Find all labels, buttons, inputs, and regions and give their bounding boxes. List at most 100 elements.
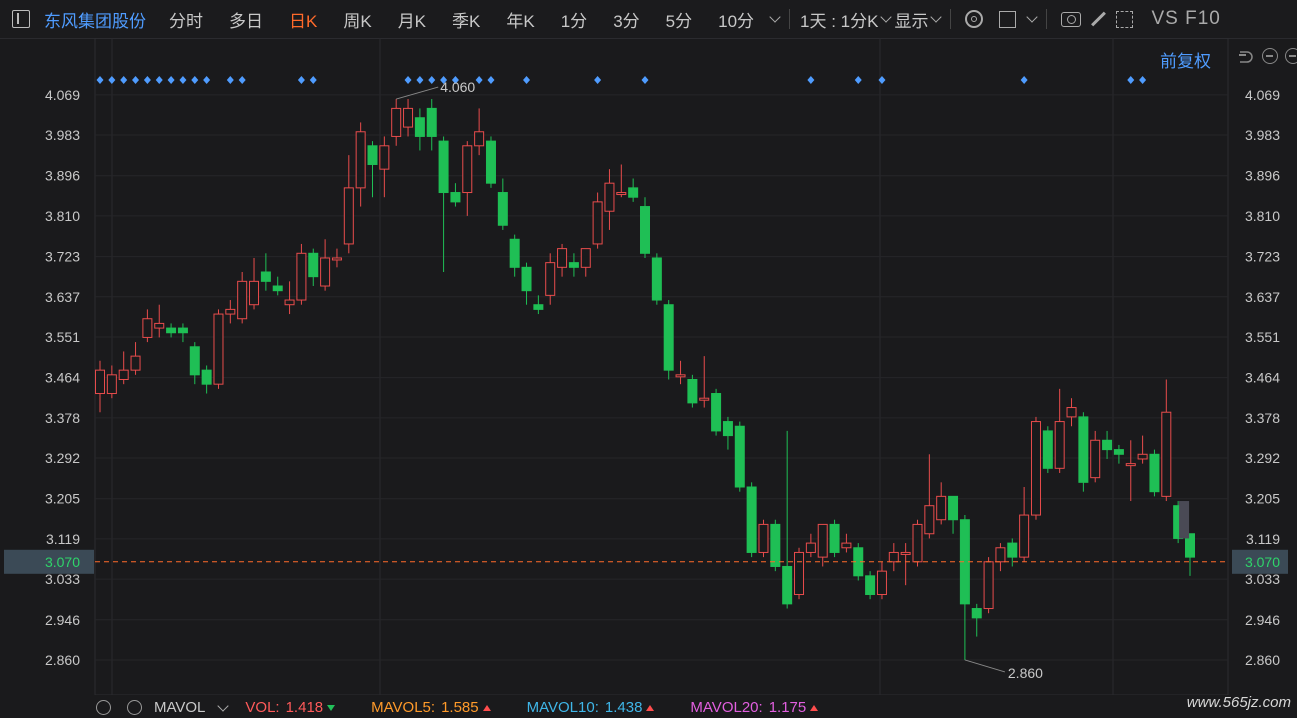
candle-body[interactable] bbox=[628, 187, 639, 198]
candle-body[interactable] bbox=[805, 542, 816, 553]
event-marker[interactable] bbox=[132, 76, 140, 84]
event-marker[interactable] bbox=[854, 76, 862, 84]
event-marker[interactable] bbox=[297, 76, 305, 84]
event-marker[interactable] bbox=[309, 76, 317, 84]
event-marker[interactable] bbox=[226, 76, 234, 84]
candle-body[interactable] bbox=[1066, 407, 1077, 418]
event-marker[interactable] bbox=[641, 76, 649, 84]
candle-body[interactable] bbox=[1007, 542, 1018, 558]
candle-body[interactable] bbox=[841, 542, 852, 549]
candle-body[interactable] bbox=[580, 248, 591, 268]
candle-body[interactable] bbox=[699, 397, 710, 401]
fullscreen-icon[interactable] bbox=[1116, 10, 1134, 28]
candle-body[interactable] bbox=[213, 313, 224, 385]
layout-icon[interactable] bbox=[999, 10, 1017, 28]
chevron-down-icon[interactable] bbox=[880, 11, 893, 23]
candle-body[interactable] bbox=[557, 248, 568, 268]
candle-body[interactable] bbox=[604, 182, 615, 212]
candle-body[interactable] bbox=[888, 551, 899, 563]
candle-body[interactable] bbox=[130, 355, 141, 371]
stock-name[interactable]: 东风集团股份 bbox=[44, 7, 146, 32]
gear-icon[interactable] bbox=[965, 10, 984, 28]
tab-period[interactable]: 分时 bbox=[169, 7, 203, 32]
candle-body[interactable] bbox=[166, 327, 177, 334]
candle-body[interactable] bbox=[640, 206, 650, 254]
tab-period[interactable]: 多日 bbox=[229, 7, 263, 32]
indicator-name[interactable]: MAVOL bbox=[154, 699, 205, 716]
chevron-down-icon[interactable] bbox=[1026, 11, 1039, 23]
candle-body[interactable] bbox=[260, 271, 271, 282]
candle-body[interactable] bbox=[912, 523, 923, 563]
candle-body[interactable] bbox=[485, 140, 496, 184]
event-marker[interactable] bbox=[179, 76, 187, 84]
event-marker[interactable] bbox=[143, 76, 151, 84]
candle-body[interactable] bbox=[189, 346, 200, 376]
candle-body[interactable] bbox=[995, 547, 1006, 563]
candle-body[interactable] bbox=[1113, 449, 1124, 455]
candle-body[interactable] bbox=[722, 421, 733, 437]
candle-body[interactable] bbox=[1030, 421, 1041, 516]
tab-period[interactable]: 10分 bbox=[718, 7, 754, 32]
candle-body[interactable] bbox=[249, 280, 260, 306]
candle-body[interactable] bbox=[450, 192, 461, 203]
event-marker[interactable] bbox=[807, 76, 815, 84]
candle-body[interactable] bbox=[426, 107, 437, 137]
tab-period[interactable]: 日K bbox=[289, 7, 317, 32]
candle-body[interactable] bbox=[1042, 430, 1053, 469]
candle-body[interactable] bbox=[1019, 514, 1030, 558]
candle-body[interactable] bbox=[794, 551, 805, 596]
candle-body[interactable] bbox=[936, 495, 947, 521]
event-marker[interactable] bbox=[1127, 76, 1135, 84]
candle-body[interactable] bbox=[663, 304, 674, 371]
candle-body[interactable] bbox=[734, 425, 745, 488]
candle-body[interactable] bbox=[1102, 439, 1113, 451]
event-marker[interactable] bbox=[487, 76, 495, 84]
candle-body[interactable] bbox=[95, 369, 105, 395]
candle-body[interactable] bbox=[320, 257, 331, 287]
candle-body[interactable] bbox=[509, 238, 520, 268]
chevron-down-icon[interactable] bbox=[769, 11, 781, 23]
kline-chart[interactable]: 4.069 4.069 3.983 3.983 3.896 3.896 3.810 3.810… bbox=[0, 38, 1297, 695]
camera-icon[interactable] bbox=[1061, 11, 1082, 27]
candle-body[interactable] bbox=[1078, 416, 1089, 483]
candle-body[interactable] bbox=[118, 369, 129, 381]
candle-body[interactable] bbox=[533, 304, 544, 310]
candle-body[interactable] bbox=[106, 374, 117, 395]
tab-period[interactable]: 1分 bbox=[561, 7, 587, 32]
tab-period[interactable]: 5分 bbox=[666, 7, 692, 32]
candle-body[interactable] bbox=[592, 201, 603, 245]
event-marker[interactable] bbox=[428, 76, 436, 84]
candle-body[interactable] bbox=[865, 575, 876, 596]
candle-body[interactable] bbox=[817, 523, 828, 558]
candle-body[interactable] bbox=[272, 285, 283, 292]
candle-body[interactable] bbox=[403, 107, 414, 128]
tab-period[interactable]: 月K bbox=[398, 7, 426, 32]
candle-body[interactable] bbox=[711, 393, 722, 432]
candle-body[interactable] bbox=[142, 318, 153, 338]
candle-body[interactable] bbox=[687, 379, 698, 404]
event-marker[interactable] bbox=[108, 76, 116, 84]
candle-body[interactable] bbox=[651, 257, 662, 301]
display-menu[interactable]: 显示 bbox=[894, 7, 928, 32]
candle-body[interactable] bbox=[983, 561, 994, 610]
candle-body[interactable] bbox=[177, 327, 188, 334]
event-marker[interactable] bbox=[238, 76, 246, 84]
event-marker[interactable] bbox=[155, 76, 163, 84]
event-marker[interactable] bbox=[523, 76, 531, 84]
candle-body[interactable] bbox=[355, 131, 366, 189]
candle-body[interactable] bbox=[900, 551, 911, 555]
candle-body[interactable] bbox=[1090, 439, 1101, 479]
candle-body[interactable] bbox=[829, 523, 840, 553]
candle-body[interactable] bbox=[675, 374, 686, 378]
candle-body[interactable] bbox=[521, 266, 532, 292]
candle-body[interactable] bbox=[462, 145, 473, 194]
candle-body[interactable] bbox=[746, 486, 757, 553]
chevron-down-icon[interactable] bbox=[217, 699, 230, 712]
tab-period[interactable]: 3分 bbox=[613, 7, 639, 32]
candle-body[interactable] bbox=[1161, 411, 1172, 497]
candle-body[interactable] bbox=[154, 322, 165, 329]
candle-body[interactable] bbox=[391, 107, 402, 137]
event-marker[interactable] bbox=[120, 76, 128, 84]
candle-body[interactable] bbox=[474, 131, 485, 147]
candle-body[interactable] bbox=[308, 252, 319, 278]
